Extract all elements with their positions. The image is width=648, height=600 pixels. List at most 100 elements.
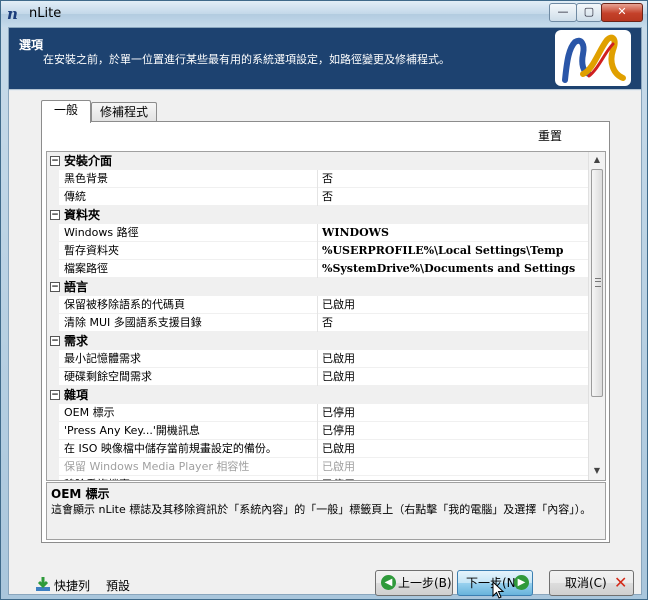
column-divider [317,458,318,476]
column-divider [317,368,318,386]
category-label: 需求 [64,334,89,348]
property-rows: − 安裝介面 黑色背景否傳統否 − 資料夾 Windows 路徑 WINDOWS 暫存資料夾%… [47,152,588,480]
property-row[interactable]: 保留 Windows Media Player 相容性 已啟用 [47,458,588,476]
property-value[interactable]: 已停用 [322,422,355,440]
page-description: 在安裝之前，於單一位置進行某些最有用的系統選項設定，如路徑變更及修補程式。 [43,53,450,66]
property-value[interactable]: 已停用 [322,404,355,422]
back-button[interactable]: ◀ 上一步(B) [375,570,453,596]
property-value[interactable]: 否 [322,170,333,188]
collapse-toggle-icon[interactable]: − [50,210,60,220]
property-row[interactable]: 移除重複檔案 已停用 [47,476,588,480]
shortcuts-link[interactable]: 快捷列 [54,577,90,594]
row-gutter [47,314,59,332]
maximize-button[interactable]: ▢ [576,3,602,22]
property-value[interactable]: %SystemDrive%\Documents and Settings [322,260,575,278]
property-value[interactable]: 已停用 [322,476,355,480]
collapse-toggle-icon[interactable]: − [50,156,60,166]
property-grid: − 安裝介面 黑色背景否傳統否 − 資料夾 Windows 路徑 WINDOWS 暫存資料夾%… [46,151,606,481]
row-gutter [47,440,59,458]
mouse-cursor-icon [492,581,505,599]
minimize-button[interactable]: — [549,3,577,22]
property-row[interactable]: 暫存資料夾 %USERPROFILE%\Local Settings\Temp [47,242,588,260]
property-name: 在 ISO 映像檔中儲存當前規畫設定的備份。 [64,442,277,455]
title-bar[interactable]: n nLite — ▢ ✕ [1,1,647,27]
property-name: OEM 標示 [64,406,115,419]
property-row[interactable]: 'Press Any Key...'開機訊息 已停用 [47,422,588,440]
collapse-toggle-icon[interactable]: − [50,336,60,346]
category-label: 資料夾 [64,208,101,222]
property-name: 清除 MUI 多國語系支援目錄 [64,316,202,329]
property-name: 傳統 [64,190,86,203]
category-row[interactable]: − 雜項 [47,386,588,404]
row-gutter [47,170,59,188]
presets-link[interactable]: 預設 [106,577,130,594]
client-area: 選項 在安裝之前，於單一位置進行某些最有用的系統選項設定，如路徑變更及修補程式。… [8,27,642,596]
column-divider [317,350,318,368]
page-header: 選項 在安裝之前，於單一位置進行某些最有用的系統選項設定，如路徑變更及修補程式。 [9,28,641,89]
collapse-toggle-icon[interactable]: − [50,390,60,400]
property-row[interactable]: OEM 標示 已停用 [47,404,588,422]
property-value[interactable]: 已啟用 [322,458,355,476]
row-gutter [47,350,59,368]
cancel-x-icon: ✕ [614,573,628,592]
property-value[interactable]: 已啟用 [322,368,355,386]
property-row[interactable]: 保留被移除語系的代碼頁 已啟用 [47,296,588,314]
nlite-logo [555,30,631,86]
column-divider [317,188,318,206]
collapse-toggle-icon[interactable]: − [50,282,60,292]
header-separator [9,89,641,91]
property-row[interactable]: 檔案路徑 %SystemDrive%\Documents and Settings [47,260,588,278]
tab-general[interactable]: 一般 [41,100,91,123]
category-row[interactable]: − 語言 [47,278,588,296]
window-title: nLite [29,6,62,21]
close-button[interactable]: ✕ [601,3,643,22]
scroll-down-icon[interactable]: ▼ [591,464,603,478]
vertical-scrollbar[interactable]: ▲ ▼ [588,152,605,480]
property-name: 'Press Any Key...'開機訊息 [64,424,200,437]
row-gutter [47,224,59,242]
property-row[interactable]: 傳統 否 [47,188,588,206]
property-value[interactable]: 否 [322,188,333,206]
category-row[interactable]: − 安裝介面 [47,152,588,170]
row-gutter [47,422,59,440]
back-arrow-icon: ◀ [381,575,396,590]
property-value[interactable]: %USERPROFILE%\Local Settings\Temp [322,242,563,260]
category-label: 安裝介面 [64,154,113,168]
scroll-up-icon[interactable]: ▲ [591,153,603,167]
property-row[interactable]: 在 ISO 映像檔中儲存當前規畫設定的備份。 已啟用 [47,440,588,458]
help-title: OEM 標示 [51,487,110,501]
property-row[interactable]: 清除 MUI 多國語系支援目錄 否 [47,314,588,332]
grip-icon [595,278,601,287]
property-row[interactable]: 黑色背景 否 [47,170,588,188]
next-arrow-icon: ▶ [514,575,529,590]
column-divider [317,404,318,422]
category-row[interactable]: − 需求 [47,332,588,350]
app-window: n nLite — ▢ ✕ 選項 在安裝之前，於單一位置進行某些最有用的系統選項… [0,0,648,600]
row-gutter [47,476,59,480]
reset-link[interactable]: 重置 [538,127,562,144]
row-gutter [47,188,59,206]
row-gutter [47,242,59,260]
row-gutter [47,404,59,422]
page-title: 選項 [19,38,44,52]
tab-panel: 重置 − 安裝介面 黑色背景否傳統否 − 資料夾 Windows 路徑 WINDOWS 暫存資… [41,121,610,543]
property-row[interactable]: 硬碟剩餘空間需求 已啟用 [47,368,588,386]
help-description: 這會顯示 nLite 標誌及其移除資訊於「系統內容」的「一般」標籤頁上（右點擊「… [51,503,592,516]
property-name: 最小記憶體需求 [64,352,141,365]
property-name: 檔案路徑 [64,262,108,275]
cancel-button[interactable]: 取消(C) ✕ [549,570,634,596]
property-value[interactable]: 已啟用 [322,350,355,368]
tab-patches[interactable]: 修補程式 [91,102,157,123]
row-gutter [47,260,59,278]
property-row[interactable]: Windows 路徑 WINDOWS [47,224,588,242]
download-arrow-icon[interactable] [35,576,51,592]
property-name: 保留被移除語系的代碼頁 [64,298,185,311]
property-value[interactable]: 已啟用 [322,296,355,314]
scroll-thumb[interactable] [591,169,603,397]
property-value[interactable]: 否 [322,314,333,332]
category-row[interactable]: − 資料夾 [47,206,588,224]
property-value[interactable]: 已啟用 [322,440,355,458]
row-gutter [47,458,59,476]
property-value[interactable]: WINDOWS [322,224,389,242]
property-row[interactable]: 最小記憶體需求 已啟用 [47,350,588,368]
